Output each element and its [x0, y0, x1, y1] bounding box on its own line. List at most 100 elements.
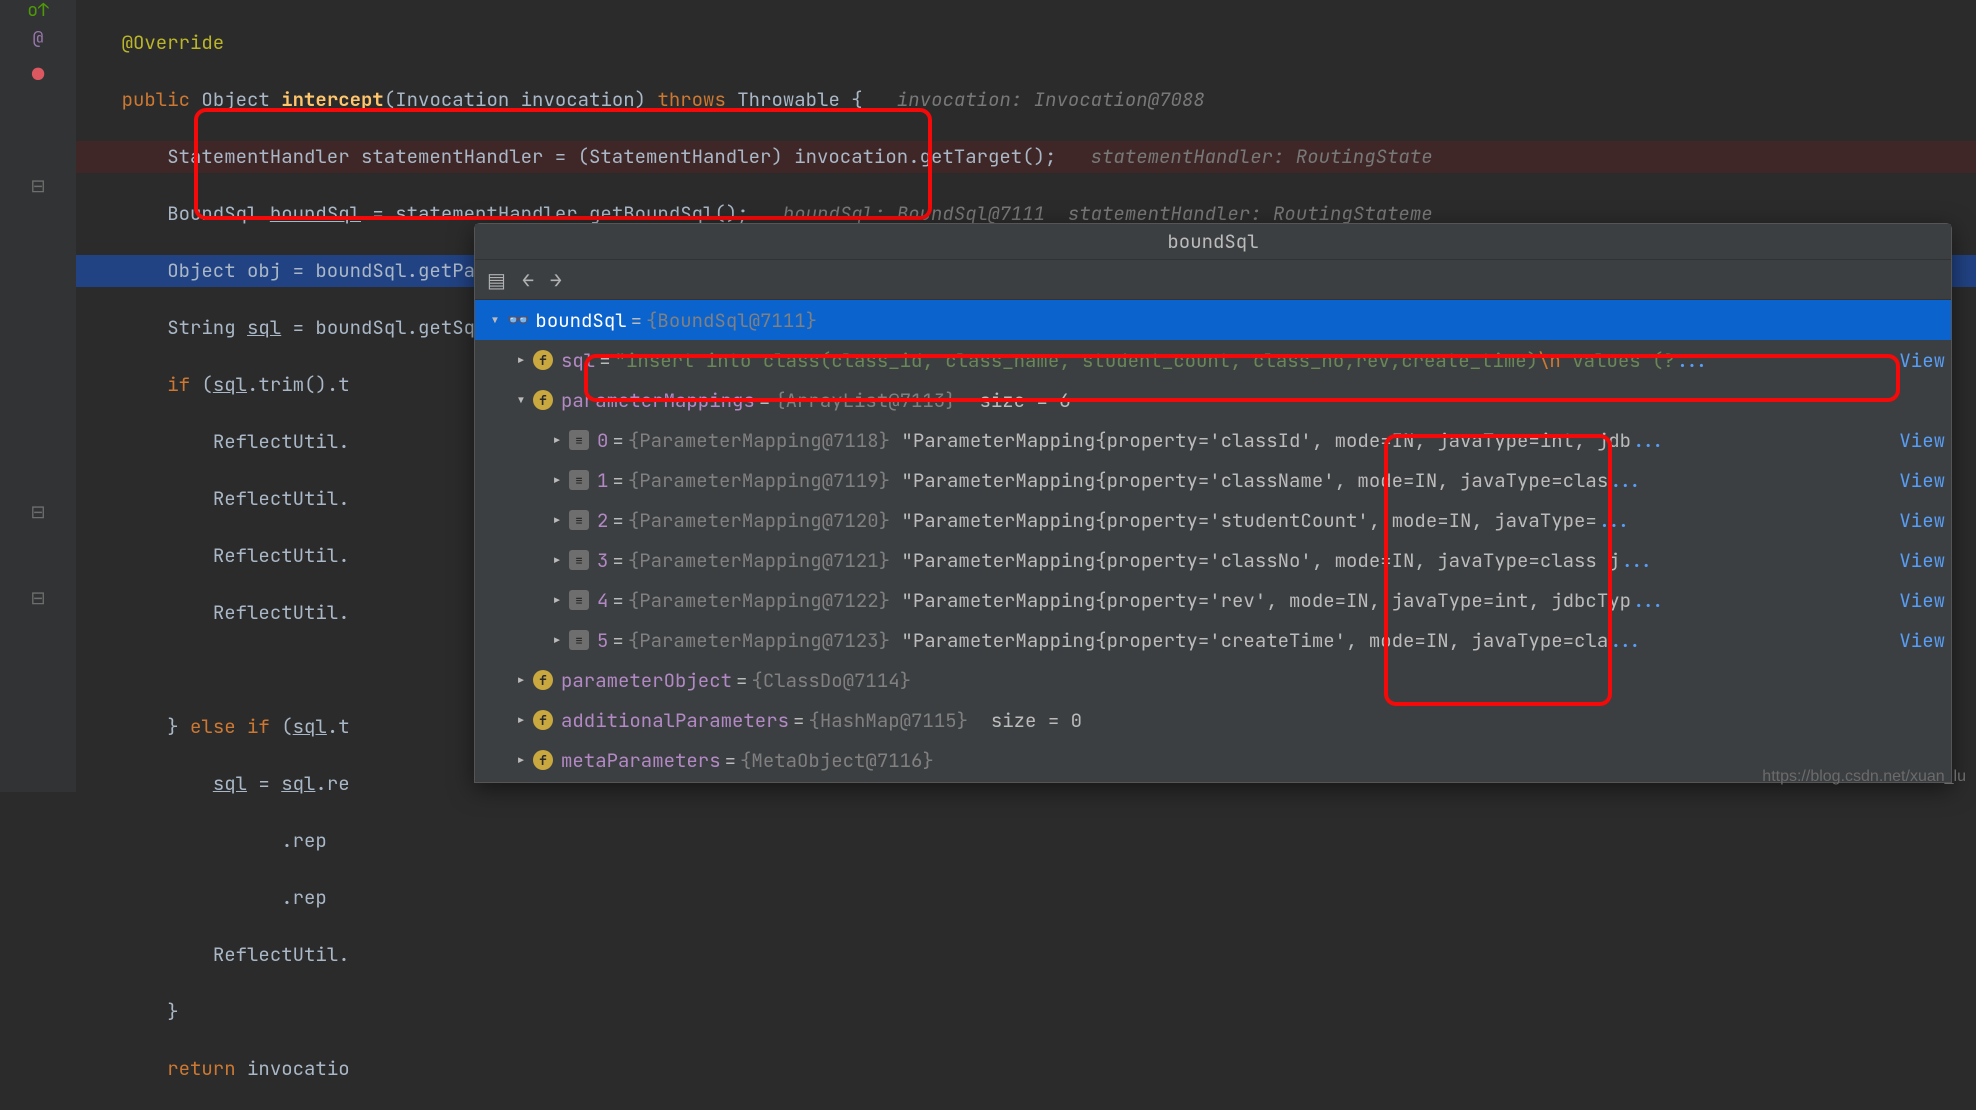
var-class: {ParameterMapping@7119}: [628, 468, 890, 493]
annotation-gutter-icon[interactable]: @: [33, 30, 44, 48]
tree-row-sql[interactable]: f sql = "insert into class(class_id, cla…: [475, 340, 1951, 380]
ellipsis: ...: [1631, 588, 1665, 613]
expand-arrow-icon[interactable]: [545, 628, 569, 653]
tree-row-parametermappings[interactable]: f parameterMappings = {ArrayList@7113} s…: [475, 380, 1951, 420]
brace: }: [167, 999, 178, 1024]
var-class: {BoundSql@7111}: [646, 308, 817, 333]
keyword-if: if: [247, 714, 270, 739]
view-link[interactable]: View: [1899, 508, 1951, 533]
fold-gutter-icon[interactable]: ⊟: [30, 590, 45, 608]
popup-title: boundSql: [475, 224, 1951, 260]
method-name: intercept: [281, 87, 384, 112]
expand-arrow-icon[interactable]: [545, 508, 569, 533]
popup-toolbar: ▤ ← →: [475, 260, 1951, 300]
view-link[interactable]: View: [1899, 468, 1951, 493]
nodes-view-icon[interactable]: ▤: [487, 267, 506, 293]
keyword-public: public: [122, 87, 190, 112]
field-badge-icon: f: [533, 350, 553, 370]
ellipsis: ...: [1620, 548, 1654, 573]
tree-row-item[interactable]: ≡ 0 = {ParameterMapping@7118} "Parameter…: [475, 420, 1951, 460]
code-line: ReflectUtil.: [213, 486, 350, 511]
code-line: .rep: [281, 885, 327, 910]
view-link[interactable]: View: [1899, 428, 1951, 453]
editor-gutter: o↑ @ ● ⊟ ⊟ ⊟: [0, 0, 76, 792]
code-line: String sql = boundSql.getSql();: [167, 315, 520, 340]
view-link[interactable]: View: [1899, 348, 1951, 373]
ellipsis: ...: [1608, 468, 1642, 493]
expand-arrow-icon[interactable]: [545, 588, 569, 613]
method-signature: (Invocation invocation): [384, 87, 646, 112]
var-class: {ParameterMapping@7123}: [628, 628, 890, 653]
view-link[interactable]: View: [1899, 628, 1951, 653]
var-class: {ClassDo@7114}: [751, 668, 911, 693]
tree-row-item[interactable]: ≡ 3 = {ParameterMapping@7121} "Parameter…: [475, 540, 1951, 580]
tree-row-item[interactable]: ≡ 5 = {ParameterMapping@7123} "Parameter…: [475, 620, 1951, 660]
ellipsis: ...: [1608, 628, 1642, 653]
variables-tree[interactable]: 👓 boundSql = {BoundSql@7111} f sql = "in…: [475, 300, 1951, 782]
var-index: 2: [597, 508, 608, 533]
inlay-hint: invocation: Invocation@7088: [897, 87, 1205, 112]
var-index: 5: [597, 628, 608, 653]
code-line: ReflectUtil.: [213, 942, 350, 967]
expand-arrow-icon[interactable]: [509, 388, 533, 413]
back-icon[interactable]: ←: [522, 267, 534, 293]
breakpoint-icon[interactable]: ●: [32, 64, 44, 84]
expand-arrow-icon[interactable]: [545, 548, 569, 573]
return-type: Object: [201, 87, 269, 112]
field-badge-icon: f: [533, 710, 553, 730]
tree-row-metaparameters[interactable]: f metaParameters = {MetaObject@7116}: [475, 740, 1951, 780]
expand-arrow-icon[interactable]: [509, 708, 533, 733]
var-name: metaParameters: [561, 748, 721, 773]
var-value: "insert into class(class_id, class_name,…: [615, 348, 1675, 373]
var-value: "ParameterMapping{property='studentCount…: [901, 508, 1596, 533]
tree-row-parameterobject[interactable]: f parameterObject = {ClassDo@7114}: [475, 660, 1951, 700]
code-line: ReflectUtil.: [213, 600, 350, 625]
var-name: parameterMappings: [561, 388, 755, 413]
var-class: {ParameterMapping@7120}: [628, 508, 890, 533]
array-badge-icon: ≡: [569, 470, 589, 490]
var-name: parameterObject: [561, 668, 732, 693]
fold-gutter-icon[interactable]: ⊟: [30, 504, 45, 522]
annotation: @Override: [122, 30, 225, 55]
inlay-hint: statementHandler: RoutingState: [1091, 144, 1433, 169]
var-class: {HashMap@7115}: [808, 708, 968, 733]
ellipsis: ...: [1597, 508, 1631, 533]
var-value: "ParameterMapping{property='classId', mo…: [901, 428, 1631, 453]
throws-clause: Throwable {: [737, 87, 862, 112]
keyword-else: else: [190, 714, 236, 739]
keyword-return: return: [167, 1056, 235, 1081]
tree-row-item[interactable]: ≡ 4 = {ParameterMapping@7122} "Parameter…: [475, 580, 1951, 620]
array-badge-icon: ≡: [569, 510, 589, 530]
view-link[interactable]: View: [1899, 588, 1951, 613]
expand-arrow-icon[interactable]: [545, 468, 569, 493]
var-class: {ParameterMapping@7121}: [628, 548, 890, 573]
debugger-evaluate-popup[interactable]: boundSql ▤ ← → 👓 boundSql = {BoundSql@71…: [474, 223, 1952, 783]
array-badge-icon: ≡: [569, 590, 589, 610]
code-fragment: (sql.trim().t: [201, 372, 349, 397]
code-line: sql = sql.re: [213, 771, 350, 796]
ellipsis: ...: [1631, 428, 1665, 453]
var-name: boundSql: [535, 308, 626, 333]
var-value: "ParameterMapping{property='classNo', mo…: [901, 548, 1619, 573]
fold-gutter-icon[interactable]: ⊟: [30, 178, 45, 196]
ellipsis: ...: [1675, 348, 1709, 373]
var-name: sql: [561, 348, 595, 373]
code-line: StatementHandler statementHandler = (Sta…: [167, 144, 1056, 169]
var-index: 3: [597, 548, 608, 573]
expand-arrow-icon[interactable]: [509, 748, 533, 773]
expand-arrow-icon[interactable]: [545, 428, 569, 453]
tree-row-item[interactable]: ≡ 2 = {ParameterMapping@7120} "Parameter…: [475, 500, 1951, 540]
var-name: additionalParameters: [561, 708, 789, 733]
expand-arrow-icon[interactable]: [509, 668, 533, 693]
expand-arrow-icon[interactable]: [509, 348, 533, 373]
override-gutter-icon[interactable]: o↑: [27, 2, 49, 20]
view-link[interactable]: View: [1899, 548, 1951, 573]
tree-row-additionalparameters[interactable]: f additionalParameters = {HashMap@7115} …: [475, 700, 1951, 740]
tree-root-row[interactable]: 👓 boundSql = {BoundSql@7111}: [475, 300, 1951, 340]
forward-icon[interactable]: →: [550, 267, 562, 293]
expand-arrow-icon[interactable]: [483, 308, 507, 333]
tree-row-item[interactable]: ≡ 1 = {ParameterMapping@7119} "Parameter…: [475, 460, 1951, 500]
var-class: {ParameterMapping@7122}: [628, 588, 890, 613]
field-badge-icon: f: [533, 750, 553, 770]
code-fragment: invocatio: [247, 1056, 350, 1081]
